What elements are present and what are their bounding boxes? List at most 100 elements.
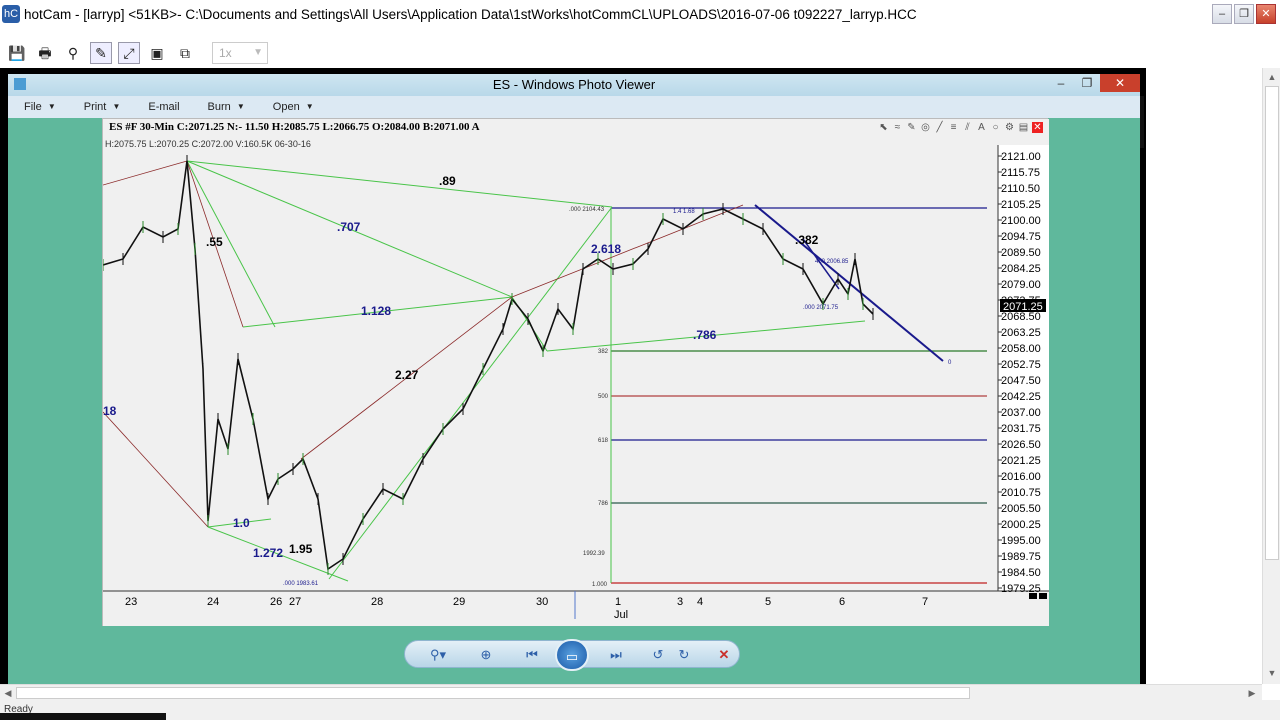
wave-icon[interactable]: ≈: [892, 122, 903, 133]
close-button[interactable]: ✕: [1256, 4, 1276, 24]
x-tick-label: 29: [453, 596, 465, 608]
x-tick-label: 1: [615, 596, 621, 608]
x-tick-label: 30: [536, 596, 548, 608]
scroll-thumb[interactable]: [1265, 86, 1279, 560]
x-tick-label: 26: [270, 596, 282, 608]
price-line: [102, 160, 874, 571]
fit-screen-icon[interactable]: ⤢: [118, 42, 140, 64]
pv-maximize-button[interactable]: ❐: [1074, 74, 1100, 92]
photo-viewer-title: ES - Windows Photo Viewer: [492, 77, 656, 92]
channel-icon[interactable]: ⫽: [962, 122, 973, 133]
export-icon[interactable]: ⧉: [174, 42, 196, 64]
line-icon[interactable]: ╱: [934, 122, 945, 133]
x-tick-label: 6: [839, 596, 845, 608]
save-icon[interactable]: 💾: [6, 42, 28, 64]
y-tick-label: 2026.50: [1001, 439, 1041, 451]
y-tick-label: 2110.50: [1001, 183, 1040, 195]
vertical-scrollbar[interactable]: ▲ ▼: [1262, 68, 1280, 684]
circle-icon[interactable]: ○: [990, 122, 1001, 133]
rotate-cw-icon[interactable]: ↻: [673, 645, 695, 665]
fib-level-label: 1.000: [592, 582, 608, 588]
fib-level-label: .000 2104.43: [569, 207, 605, 213]
scroll-thumb-h[interactable]: [16, 687, 970, 699]
pen-icon[interactable]: ✎: [906, 122, 917, 133]
toolbar: 💾 🖶 ⚲ ✎ ⤢ ▣ ⧉ 1x ▼: [0, 38, 1280, 68]
y-tick-label: 2115.75: [1001, 167, 1040, 179]
print-icon[interactable]: 🖶: [34, 42, 56, 64]
page-icon[interactable]: ▣: [146, 42, 168, 64]
pv-close-button[interactable]: ✕: [1100, 74, 1140, 92]
playback-controls: ⚲▾ ⊕ ⏮ ▭ ⏭ ↺ ↻ ✕: [404, 639, 740, 671]
rotate-ccw-icon[interactable]: ↺: [647, 645, 669, 665]
settings-icon[interactable]: ⚙: [1004, 122, 1015, 133]
text-icon[interactable]: A: [976, 122, 987, 133]
y-tick-label: 2047.50: [1001, 375, 1041, 387]
target-icon[interactable]: ◎: [920, 122, 931, 133]
trash-icon[interactable]: ▤: [1018, 122, 1029, 133]
x-tick-label: 5: [765, 596, 771, 608]
chevron-down-icon: ▼: [47, 102, 56, 111]
x-tick-label: 27: [289, 596, 301, 608]
scroll-down-icon[interactable]: ▼: [1265, 666, 1279, 680]
menu-open[interactable]: Open ▼: [273, 101, 314, 113]
y-tick-label: 1984.50: [1001, 567, 1041, 579]
fib-red-line: [511, 204, 744, 298]
y-tick-label: 2105.25: [1001, 199, 1041, 211]
y-tick-label: 2021.25: [1001, 455, 1041, 467]
y-tick-label: 2000.25: [1001, 519, 1041, 531]
chevron-down-icon: ▼: [112, 102, 121, 111]
zoom-icon[interactable]: ⚲▾: [427, 645, 449, 665]
menu-email[interactable]: E-mail: [148, 101, 179, 113]
chart-image: 2121.00 2115.75 2110.50 2105.25 2100.00 2094.…: [102, 118, 1049, 627]
maximize-button[interactable]: ❐: [1234, 4, 1254, 24]
y-tick-label: 2037.00: [1001, 407, 1041, 419]
fib-ratio-label: 1.0: [233, 516, 250, 530]
search-icon[interactable]: ⚲: [62, 42, 84, 64]
frame-border-right: [1140, 68, 1146, 684]
menu-burn[interactable]: Burn ▼: [208, 101, 245, 113]
y-tick-label: 1995.00: [1001, 535, 1041, 547]
slideshow-button[interactable]: ▭: [555, 639, 589, 671]
fib-icon[interactable]: ≡: [948, 122, 959, 133]
horizontal-scrollbar[interactable]: ◀ ▶: [0, 684, 1262, 700]
zoom-select[interactable]: 1x ▼: [212, 42, 268, 64]
fib-ratio-label: 18: [103, 404, 117, 418]
fib-red-line: [102, 160, 188, 186]
previous-icon[interactable]: ⏮: [521, 645, 543, 665]
small-annotation: 0: [948, 360, 952, 366]
photo-viewer-title-bar: ES - Windows Photo Viewer – ❐ ✕: [8, 74, 1140, 96]
photo-viewer-menu: File ▼ Print ▼ E-mail Burn ▼ Open ▼: [8, 96, 1140, 118]
scroll-up-icon[interactable]: ▲: [1265, 70, 1279, 84]
y-tick-label: 2016.00: [1001, 471, 1041, 483]
arrow-icon[interactable]: ⬉: [878, 122, 889, 133]
delete-icon[interactable]: ✕: [713, 645, 735, 665]
trend-line: [754, 204, 944, 362]
frame-border-left: [0, 68, 8, 684]
menu-print[interactable]: Print ▼: [84, 101, 121, 113]
next-icon[interactable]: ⏭: [605, 645, 627, 665]
scroll-right-icon[interactable]: ▶: [1245, 686, 1259, 700]
actual-size-icon[interactable]: ⊕: [475, 645, 497, 665]
small-annotation: 1.4 1.68: [673, 209, 695, 215]
fib-ratio-label: 1.128: [361, 304, 391, 318]
minimize-button[interactable]: –: [1212, 4, 1232, 24]
x-tick-label: 23: [125, 596, 137, 608]
scroll-left-icon[interactable]: ◀: [1, 686, 15, 700]
x-tick-label: 4: [697, 596, 703, 608]
fib-level-label: 1992.39: [583, 551, 605, 557]
chevron-down-icon: ▼: [253, 47, 263, 58]
fib-red-line: [102, 411, 209, 528]
menu-file[interactable]: File ▼: [24, 101, 56, 113]
y-tick-label: 2005.50: [1001, 503, 1041, 515]
x-tick-label: 7: [922, 596, 928, 608]
small-annotation: .000 1983.61: [283, 581, 319, 587]
y-tick-label: 2052.75: [1001, 359, 1041, 371]
pv-minimize-button[interactable]: –: [1048, 74, 1074, 92]
small-annotation: 450 2006.85: [815, 259, 849, 265]
corner-marker: [1029, 593, 1037, 599]
y-tick-label: 2010.75: [1001, 487, 1041, 499]
x-month-label: Jul: [614, 609, 628, 621]
close-chart-icon[interactable]: ✕: [1032, 122, 1043, 133]
draw-tool-icon[interactable]: ✎: [90, 42, 112, 64]
y-tick-label: 2031.75: [1001, 423, 1041, 435]
